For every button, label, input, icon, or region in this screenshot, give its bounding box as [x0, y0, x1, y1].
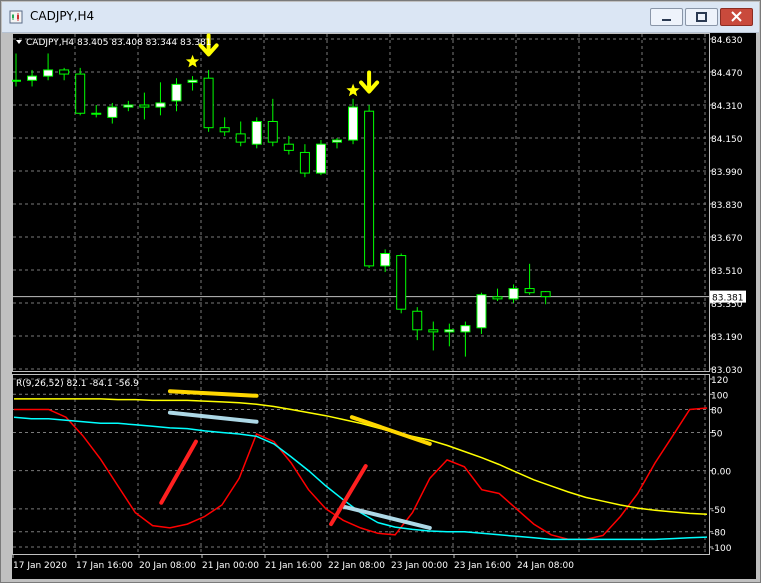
candle-body [187, 79, 198, 83]
drawn-trendline [159, 439, 198, 505]
candle-body [444, 329, 455, 333]
candle-body [91, 112, 102, 115]
candle-body [251, 121, 262, 145]
time-axis-tick-label: 17 Jan 2020 [13, 561, 67, 571]
oscillator-series-line [14, 398, 708, 515]
price-axis-tick-label: 84.310 [711, 102, 743, 112]
price-axis-tick-label: 84.630 [711, 36, 743, 46]
time-axis-tick-label: 21 Jan 16:00 [265, 561, 322, 571]
candle-body [460, 325, 471, 333]
price-axis-tick-label: 83.830 [711, 201, 743, 211]
candle-body [75, 73, 86, 114]
candle-body [476, 294, 487, 329]
candle-body [43, 69, 54, 77]
close-icon [731, 11, 742, 22]
candle-body [235, 133, 246, 143]
window-title: CADJPY,H4 [30, 9, 95, 23]
candle-body [11, 79, 21, 82]
oscillator-axis-tick-label: -50 [711, 506, 726, 516]
oscillator-axis-tick-label: -100 [711, 544, 732, 554]
time-axis-tick-label: 20 Jan 08:00 [139, 561, 196, 571]
price-axis-tick-label: 83.990 [711, 168, 743, 178]
candle-body [428, 329, 439, 333]
candle-body [364, 110, 375, 267]
price-axis-tick-label: 83.510 [711, 267, 743, 277]
candle-body [171, 83, 182, 102]
candle-body [508, 288, 519, 300]
candle-body [315, 143, 326, 174]
candle-body [139, 104, 150, 108]
candle-body [396, 255, 407, 310]
price-axis-tick-label: 83.190 [711, 333, 743, 343]
candle-body [59, 69, 70, 75]
star-signal-icon [185, 54, 200, 68]
minimize-button[interactable] [650, 8, 683, 26]
candle-body [27, 75, 38, 81]
candle-body [348, 106, 359, 141]
oscillator-axis-tick-label: 100 [711, 391, 728, 401]
candle-body [107, 106, 118, 118]
drawn-trendline [167, 389, 259, 398]
maximize-icon [696, 12, 707, 22]
candle-body [412, 310, 423, 331]
candle-body [380, 253, 391, 267]
oscillator-axis-tick-label: 80 [711, 407, 723, 417]
candle-body [299, 151, 310, 174]
chart-svg[interactable]: 84.630 84.470 84.310 84.150 83.990 83.830 83.6… [11, 33, 756, 579]
time-axis-tick-label: 23 Jan 16:00 [454, 561, 511, 571]
time-axis-tick-label: 21 Jan 00:00 [202, 561, 259, 571]
minimize-icon [662, 19, 671, 21]
chart-window-icon [9, 10, 23, 24]
price-panel-header: CADJPY,H4 83.405 83.408 83.344 83.381 [26, 38, 212, 48]
title-bar[interactable]: CADJPY,H4 [2, 2, 759, 33]
time-axis-tick-label: 24 Jan 08:00 [517, 561, 574, 571]
candle-body [123, 104, 134, 108]
drawn-trendline [349, 415, 432, 446]
candle-body [524, 288, 535, 294]
oscillator-axis-tick-label: -80 [711, 529, 726, 539]
time-axis-tick-label: 17 Jan 16:00 [76, 561, 133, 571]
candle-body [283, 143, 294, 151]
drawn-trendline [167, 410, 259, 424]
candle-body [492, 296, 503, 300]
time-axis-tick-label: 22 Jan 08:00 [328, 561, 385, 571]
oscillator-axis-tick-label: 120 [711, 376, 728, 386]
price-axis-tick-label: 83.030 [711, 366, 743, 376]
oscillator-panel-header: R(9,26,52) 82.1 -84.1 -56.9 [16, 379, 139, 389]
star-signal-icon [346, 83, 360, 97]
price-axis-tick-label: 84.470 [711, 69, 743, 79]
candle-body [219, 127, 230, 133]
price-axis-tick-label: 84.150 [711, 135, 743, 145]
chart-area[interactable]: 84.630 84.470 84.310 84.150 83.990 83.830 83.6… [11, 33, 756, 579]
oscillator-axis-tick-label: 0.00 [711, 468, 731, 478]
candle-body [332, 139, 342, 143]
close-button[interactable] [720, 8, 753, 26]
maximize-button[interactable] [685, 8, 718, 26]
sell-arrow-down-icon [359, 70, 380, 94]
candle-body [203, 77, 214, 129]
oscillator-axis-tick-label: 50 [711, 429, 723, 439]
price-axis-tick-label: 83.670 [711, 234, 743, 244]
candle-body [267, 121, 278, 143]
chart-window: CADJPY,H4 84.630 84.470 84.310 84.150 83.990… [0, 0, 761, 583]
current-price-label: 83.381 [712, 294, 744, 304]
symbol-dropdown-icon [16, 40, 22, 44]
candle-body [540, 291, 551, 298]
time-axis-tick-label: 23 Jan 00:00 [391, 561, 448, 571]
candle-body [155, 102, 166, 108]
